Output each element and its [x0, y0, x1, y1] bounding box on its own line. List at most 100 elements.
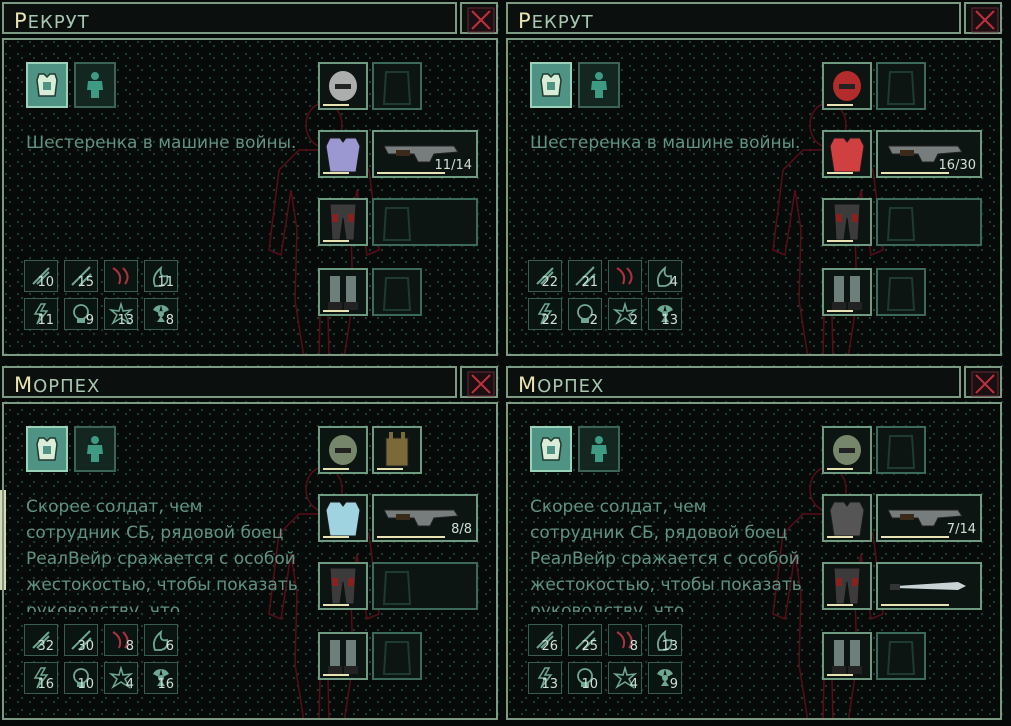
- implant-slot[interactable]: [372, 268, 422, 316]
- close-button[interactable]: [460, 366, 498, 398]
- durability-bar: [881, 604, 949, 606]
- weapon2-slot[interactable]: [372, 562, 478, 610]
- shock-resist-stat: 16: [24, 662, 58, 694]
- torso-slot[interactable]: [822, 130, 872, 178]
- helmet-icon: [833, 71, 861, 101]
- blast-resist-stat: 4: [608, 662, 642, 694]
- person-mode-button[interactable]: [578, 426, 620, 472]
- armor-mode-button[interactable]: [26, 62, 68, 108]
- cut-resist-stat: 22: [528, 260, 562, 292]
- durability-bar: [827, 104, 853, 106]
- head-slot[interactable]: [318, 426, 368, 474]
- weapon-slot[interactable]: 16/30: [876, 130, 982, 178]
- cut-resist-stat: 26: [528, 624, 562, 656]
- torso-slot[interactable]: [318, 130, 368, 178]
- character-panel-2: РЕКРУТ Шестеренка в машине войны. 22 21 …: [504, 0, 1007, 362]
- weapon2-slot[interactable]: [372, 198, 478, 246]
- legs-slot[interactable]: [318, 562, 368, 610]
- backpack-slot[interactable]: [372, 426, 422, 474]
- durability-bar: [377, 468, 403, 470]
- backpack-slot[interactable]: [876, 426, 926, 474]
- weapon-slot[interactable]: 11/14: [372, 130, 478, 178]
- durability-bar: [323, 310, 349, 312]
- panel-header: МОРПЕХ: [506, 366, 961, 398]
- heat-resist-stat: [608, 260, 642, 292]
- torso-slot[interactable]: [318, 494, 368, 542]
- radiation-resist-stat: 13: [648, 298, 682, 330]
- stat-value: 8: [629, 639, 638, 654]
- panel-body: Шестеренка в машине войны. 22 21 4 22 2 2 13 1…: [506, 38, 1002, 356]
- radiation-resist-stat: 16: [144, 662, 178, 694]
- legs-slot[interactable]: [822, 198, 872, 246]
- weapon-slot[interactable]: 8/8: [372, 494, 478, 542]
- stat-value: 10: [77, 677, 94, 692]
- empty-implant-icon: [382, 641, 412, 675]
- feet-slot[interactable]: [318, 268, 368, 316]
- implant-slot[interactable]: [372, 632, 422, 680]
- blast-resist-stat: 2: [608, 298, 642, 330]
- character-panel-4: МОРПЕХ Скорее солдат, чем сотрудник СБ, …: [504, 364, 1007, 726]
- stat-value: 2: [589, 313, 598, 328]
- helmet-icon: [329, 71, 357, 101]
- stat-value: 16: [37, 677, 54, 692]
- stat-value: 26: [541, 639, 558, 654]
- durability-bar: [377, 536, 445, 538]
- armor-mode-icon: [36, 437, 58, 461]
- empty-backpack-icon: [382, 71, 412, 105]
- stat-value: 13: [541, 677, 558, 692]
- person-mode-button[interactable]: [578, 62, 620, 108]
- stat-value: 4: [125, 677, 134, 692]
- person-mode-icon: [87, 72, 103, 98]
- legs-slot[interactable]: [318, 198, 368, 246]
- helmet-icon: [329, 435, 357, 465]
- backpack-slot[interactable]: [372, 62, 422, 110]
- implant-slot[interactable]: [876, 268, 926, 316]
- armor-mode-icon: [540, 73, 562, 97]
- durability-bar: [323, 172, 349, 174]
- legs-slot[interactable]: [822, 562, 872, 610]
- head-slot[interactable]: [822, 62, 872, 110]
- person-mode-button[interactable]: [74, 62, 116, 108]
- stat-value: 15: [77, 275, 94, 290]
- feet-slot[interactable]: [822, 632, 872, 680]
- weapon2-slot[interactable]: [876, 562, 982, 610]
- armor-mode-button[interactable]: [530, 62, 572, 108]
- shock-resist-stat: 22: [528, 298, 562, 330]
- blast-resist-stat: 13: [104, 298, 138, 330]
- stat-value: 13: [661, 639, 678, 654]
- body-armor-icon: [325, 137, 361, 173]
- head-slot[interactable]: [318, 62, 368, 110]
- close-button[interactable]: [964, 2, 1002, 34]
- ammo-count: 7/14: [946, 522, 976, 537]
- stat-value: 32: [37, 639, 54, 654]
- body-armor-icon: [325, 501, 361, 537]
- stat-value: 16: [157, 677, 174, 692]
- torso-slot[interactable]: [822, 494, 872, 542]
- character-description: Шестеренка в машине войны.: [26, 133, 297, 153]
- boots-icon: [832, 640, 862, 674]
- radiation-resist-stat: 8: [144, 298, 178, 330]
- armor-mode-button[interactable]: [26, 426, 68, 472]
- armor-mode-button[interactable]: [530, 426, 572, 472]
- pierce-resist-stat: 30: [64, 624, 98, 656]
- weapon2-slot[interactable]: [876, 198, 982, 246]
- backpack-slot[interactable]: [876, 62, 926, 110]
- head-slot[interactable]: [822, 426, 872, 474]
- stat-value: 22: [541, 313, 558, 328]
- panel-body: Шестеренка в машине войны. 10 15 11 11 9 13 8 …: [2, 38, 498, 356]
- person-mode-button[interactable]: [74, 426, 116, 472]
- close-x-icon: [467, 371, 495, 397]
- feet-slot[interactable]: [822, 268, 872, 316]
- stat-value: 21: [581, 275, 598, 290]
- panel-header: МОРПЕХ: [2, 366, 457, 398]
- close-button[interactable]: [460, 2, 498, 34]
- character-description: Скорее солдат, чем сотрудник СБ, рядовой…: [26, 497, 298, 612]
- helmet-icon: [833, 435, 861, 465]
- weapon-slot[interactable]: 7/14: [876, 494, 982, 542]
- empty-implant-icon: [382, 277, 412, 311]
- close-button[interactable]: [964, 366, 1002, 398]
- feet-slot[interactable]: [318, 632, 368, 680]
- durability-bar: [323, 240, 349, 242]
- implant-slot[interactable]: [876, 632, 926, 680]
- body-armor-icon: [829, 137, 865, 173]
